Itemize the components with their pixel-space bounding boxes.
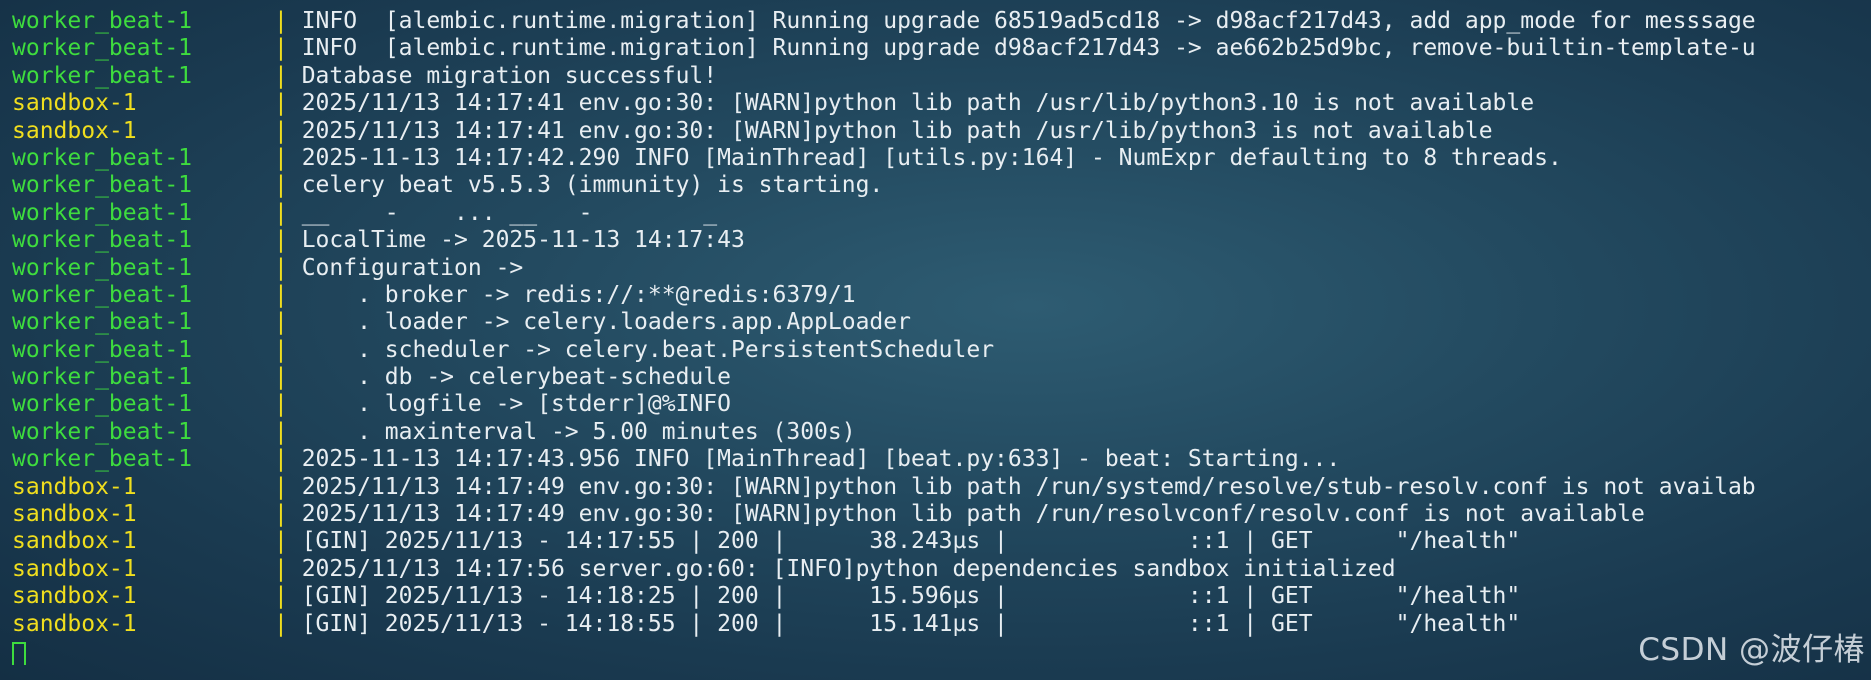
log-message: [GIN] 2025/11/13 - 14:18:25 | 200 | 15.5… [301,583,1521,610]
service-name: worker_beat-1 [12,281,193,308]
log-message: celery beat v5.5.3 (immunity) is startin… [301,172,884,199]
log-message: 2025/11/13 14:17:49 env.go:30: [WARN]pyt… [301,501,1645,528]
log-message: 2025/11/13 14:17:56 server.go:60: [INFO]… [301,555,1396,582]
service-name: sandbox-1 [12,528,137,555]
log-message: Database migration successful! [301,62,718,89]
log-message: . loader -> celery.loaders.app.AppLoader [301,309,911,336]
log-line: worker_beat-1 | . scheduler -> celery.bea… [12,337,1871,364]
service-name: worker_beat-1 [12,446,193,473]
log-message: 2025-11-13 14:17:42.290 INFO [MainThread… [301,144,1562,171]
log-message: INFO [alembic.runtime.migration] Running… [301,35,1756,62]
log-line: worker_beat-1 | INFO [alembic.runtime.mig… [12,35,1871,62]
terminal-cursor [12,641,26,666]
log-message: . scheduler -> celery.beat.PersistentSch… [301,336,995,363]
log-line: sandbox-1 | 2025/11/13 14:17:49 env.go:30… [12,474,1871,501]
log-separator: | [274,117,302,144]
log-line: worker_beat-1 | Database migration succes… [12,63,1871,90]
log-separator: | [274,364,302,391]
log-separator: | [274,391,302,418]
csdn-watermark: CSDN @波仔椿 [1638,632,1865,668]
log-separator: | [274,144,302,171]
log-line: worker_beat-1 | LocalTime -> 2025-11-13 1… [12,227,1871,254]
service-name: sandbox-1 [12,583,137,610]
log-separator: | [274,610,302,637]
log-line: sandbox-1 | 2025/11/13 14:17:49 env.go:30… [12,501,1871,528]
log-line: sandbox-1 | [GIN] 2025/11/13 - 14:18:25 |… [12,583,1871,610]
log-separator: | [274,199,302,226]
service-name: sandbox-1 [12,90,137,117]
log-line: worker_beat-1 | __ - ... __ - _ [12,200,1871,227]
log-line: worker_beat-1 | . db -> celerybeat-schedu… [12,364,1871,391]
log-line: worker_beat-1 | Configuration -> [12,255,1871,282]
log-separator: | [274,309,302,336]
service-name: worker_beat-1 [12,254,193,281]
log-separator: | [274,254,302,281]
log-separator: | [274,473,302,500]
log-separator: | [274,90,302,117]
log-line: sandbox-1 | 2025/11/13 14:17:56 server.go… [12,556,1871,583]
service-name: worker_beat-1 [12,391,193,418]
log-line: worker_beat-1 | 2025-11-13 14:17:42.290 I… [12,145,1871,172]
service-name: worker_beat-1 [12,418,193,445]
service-name: sandbox-1 [12,117,137,144]
log-separator: | [274,8,302,34]
log-message: 2025/11/13 14:17:41 env.go:30: [WARN]pyt… [301,117,1493,144]
log-separator: | [274,418,302,445]
log-separator: | [274,281,302,308]
service-name: sandbox-1 [12,473,137,500]
terminal-output[interactable]: worker_beat-1 | INFO [alembic.runtime.mig… [12,8,1871,666]
log-separator: | [274,555,302,582]
service-name: worker_beat-1 [12,227,193,254]
log-message: __ - ... __ - _ [301,199,718,226]
log-line: worker_beat-1 | celery beat v5.5.3 (immun… [12,172,1871,199]
service-name: worker_beat-1 [12,62,193,89]
log-separator: | [274,528,302,555]
service-name: worker_beat-1 [12,199,193,226]
service-name: worker_beat-1 [12,336,193,363]
prompt-line [12,638,1871,666]
log-message: 2025-11-13 14:17:43.956 INFO [MainThread… [301,446,1341,473]
log-separator: | [274,446,302,473]
log-line: worker_beat-1 | . maxinterval -> 5.00 min… [12,419,1871,446]
service-name: worker_beat-1 [12,364,193,391]
log-line: sandbox-1 | [GIN] 2025/11/13 - 14:17:55 |… [12,528,1871,555]
service-name: worker_beat-1 [12,309,193,336]
log-line: worker_beat-1 | 2025-11-13 14:17:43.956 I… [12,446,1871,473]
log-separator: | [274,35,302,62]
log-separator: | [274,227,302,254]
log-separator: | [274,62,302,89]
log-message: 2025/11/13 14:17:49 env.go:30: [WARN]pyt… [301,473,1756,500]
log-line: worker_beat-1 | INFO [alembic.runtime.mig… [12,8,1871,35]
log-line: sandbox-1 | 2025/11/13 14:17:41 env.go:30… [12,118,1871,145]
service-name: worker_beat-1 [12,144,193,171]
service-name: sandbox-1 [12,555,137,582]
service-name: worker_beat-1 [12,172,193,199]
log-separator: | [274,583,302,610]
log-message: . broker -> redis://:**@redis:6379/1 [301,281,856,308]
log-message: [GIN] 2025/11/13 - 14:18:55 | 200 | 15.1… [301,610,1521,637]
log-separator: | [274,172,302,199]
log-separator: | [274,336,302,363]
log-message: . logfile -> [stderr]@%INFO [301,391,731,418]
log-message: . maxinterval -> 5.00 minutes (300s) [301,418,856,445]
log-message: LocalTime -> 2025-11-13 14:17:43 [301,227,745,254]
log-message: 2025/11/13 14:17:41 env.go:30: [WARN]pyt… [301,90,1535,117]
log-line: worker_beat-1 | . broker -> redis://:**@r… [12,282,1871,309]
log-line: sandbox-1 | [GIN] 2025/11/13 - 14:18:55 |… [12,611,1871,638]
service-name: worker_beat-1 [12,35,193,62]
log-message: [GIN] 2025/11/13 - 14:17:55 | 200 | 38.2… [301,528,1521,555]
log-line: worker_beat-1 | . loader -> celery.loader… [12,309,1871,336]
log-line: sandbox-1 | 2025/11/13 14:17:41 env.go:30… [12,90,1871,117]
log-message: Configuration -> [301,254,524,281]
log-line: worker_beat-1 | . logfile -> [stderr]@%IN… [12,391,1871,418]
log-message: . db -> celerybeat-schedule [301,364,731,391]
service-name: sandbox-1 [12,501,137,528]
service-name: sandbox-1 [12,610,137,637]
log-message: INFO [alembic.runtime.migration] Running… [301,8,1756,34]
service-name: worker_beat-1 [12,8,193,34]
log-separator: | [274,501,302,528]
